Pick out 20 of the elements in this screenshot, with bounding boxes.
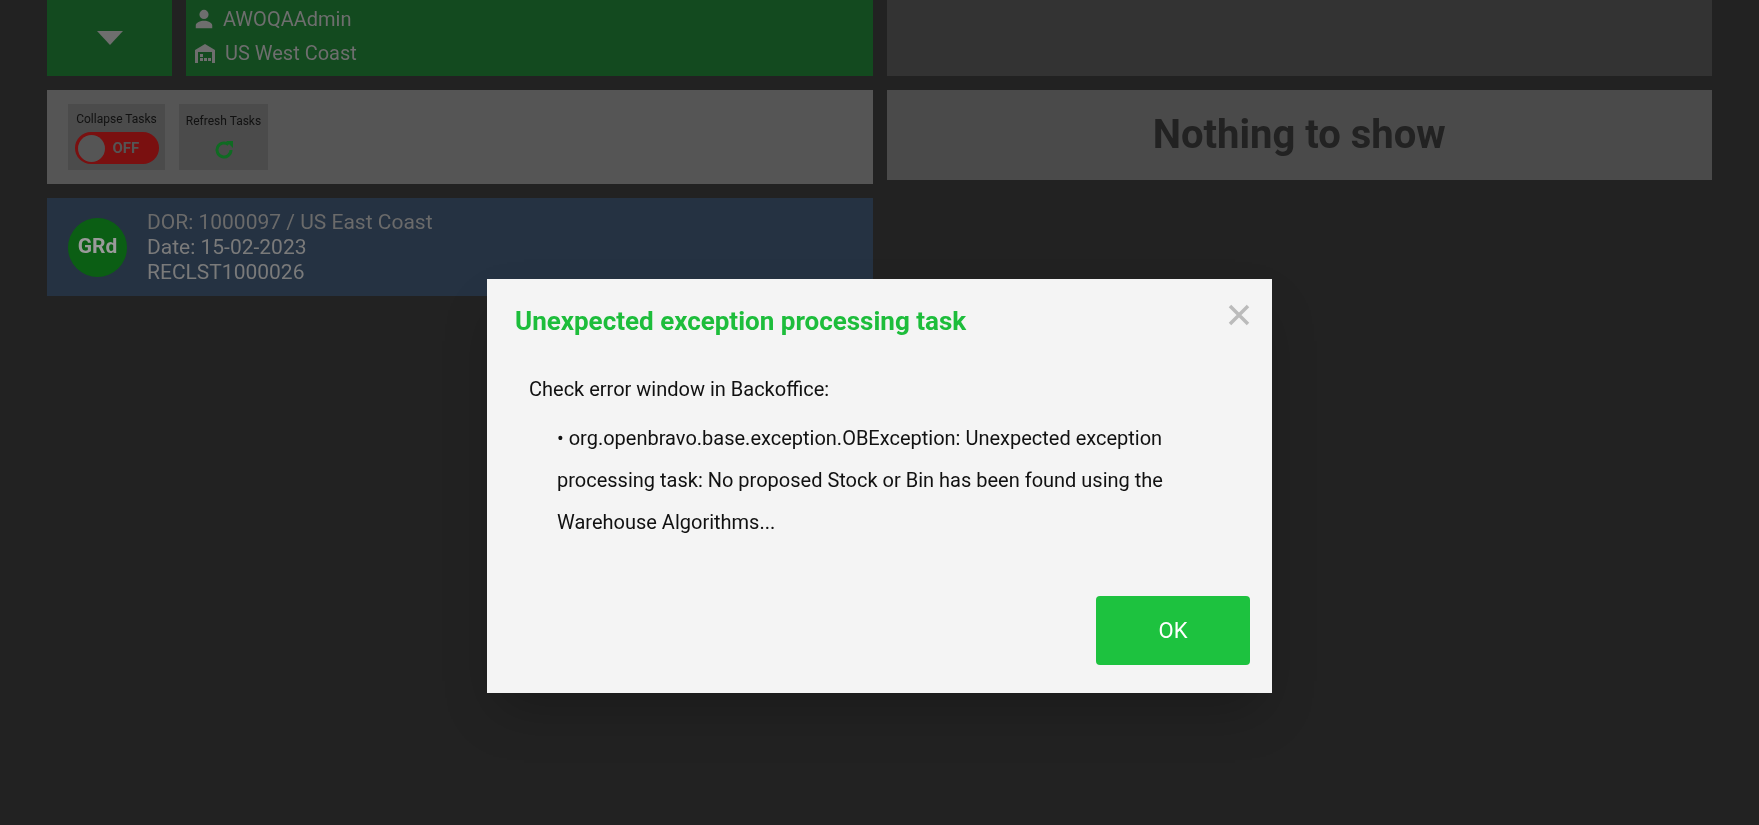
close-icon[interactable]	[1228, 304, 1250, 326]
user-name: AWOQAAdmin	[223, 6, 352, 33]
task-card[interactable]: GRd DOR: 1000097 / US East Coast Date: 15-02-2023 RECLST1000026	[47, 198, 873, 296]
dialog-message: Check error window in Backoffice:	[529, 376, 831, 403]
collapse-toggle[interactable]: OFF	[74, 132, 159, 164]
person-icon	[193, 8, 215, 30]
warehouse-name: US West Coast	[225, 40, 357, 67]
toggle-label: Collapse Tasks	[76, 111, 157, 128]
task-reference: RECLST1000026	[147, 259, 306, 285]
warehouse-icon	[193, 41, 217, 65]
toggle-knob	[77, 134, 105, 162]
task-date: Date: 15-02-2023	[147, 234, 308, 260]
refresh-button[interactable]: Refresh Tasks	[179, 104, 268, 170]
caret-icon	[96, 31, 123, 45]
ok-button[interactable]: OK	[1096, 596, 1250, 665]
error-detail: • org.openbravo.base.exception.OBException: Unexpected exception processing task: No proposed Stock or Bin has been found using the Warehouse Algorithms...	[557, 425, 1164, 536]
dialog-title: Unexpected exception processing task	[515, 305, 967, 338]
task-title: DOR: 1000097 / US East Coast	[147, 209, 433, 235]
avatar: GRd	[68, 217, 127, 277]
dropdown-button[interactable]	[47, 0, 172, 76]
